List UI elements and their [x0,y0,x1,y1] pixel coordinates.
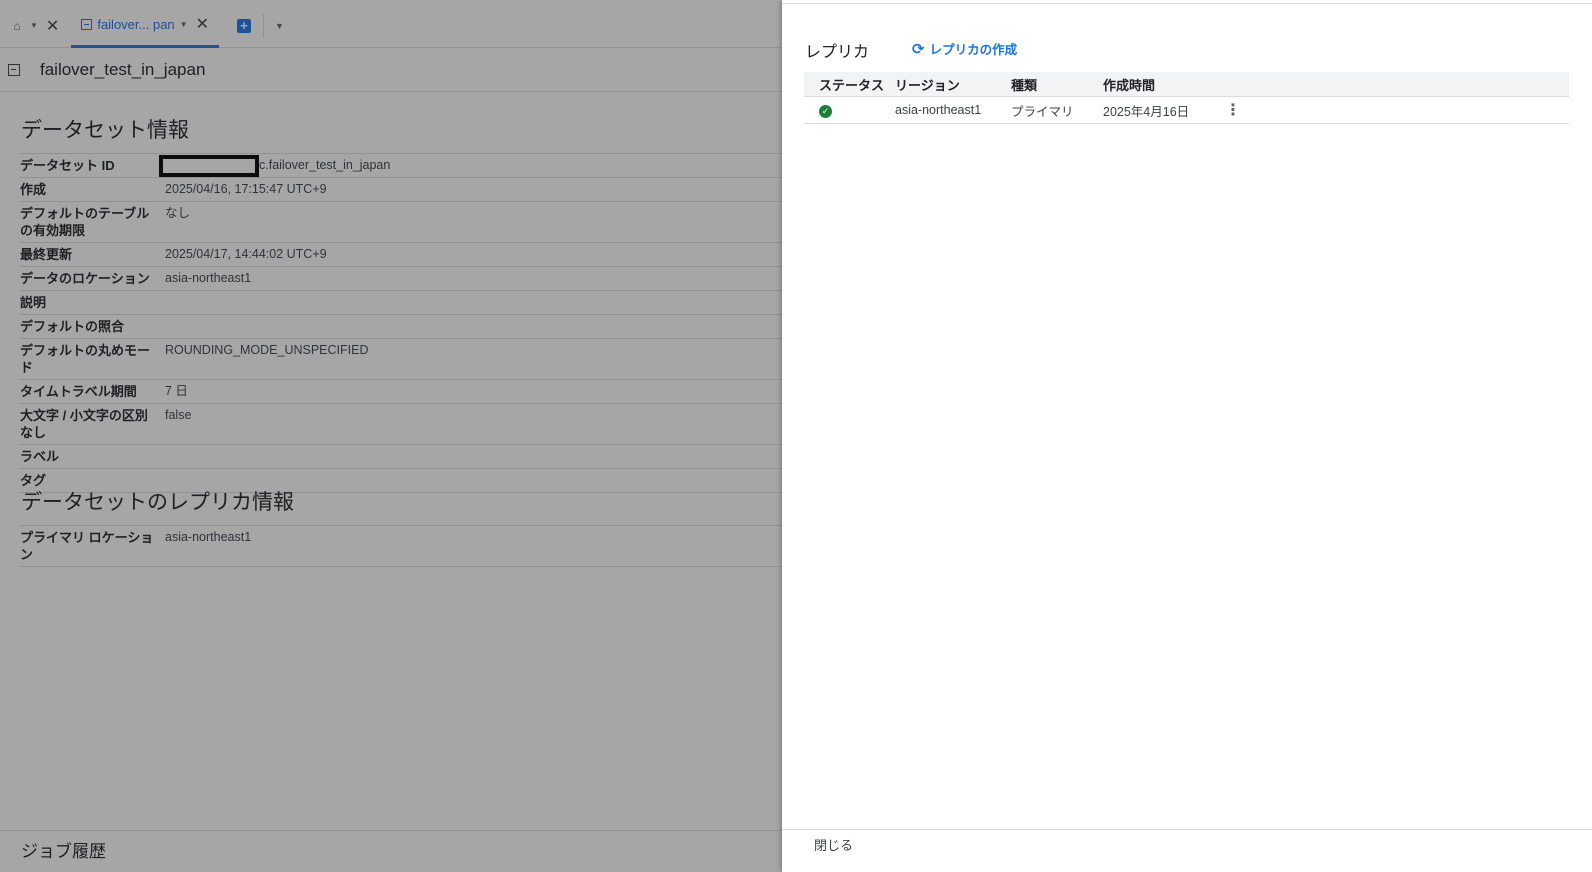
create-replica-button[interactable]: ⟳ レプリカの作成 [912,39,1017,58]
column-header-status[interactable]: ステータス [804,75,895,94]
divider [782,3,1592,4]
table-header: ステータス リージョン 種類 作成時間 [804,72,1569,97]
column-header-type[interactable]: 種類 [1011,75,1103,94]
created-cell: 2025年4月16日 [1103,104,1190,119]
column-header-region[interactable]: リージョン [895,75,1011,94]
status-cell: ✓ [804,103,895,118]
more-vert-icon[interactable]: ⋮ [1223,100,1243,120]
panel-title: レプリカ [805,44,870,61]
panel-footer: 閉じる [782,829,1592,872]
replica-side-panel: レプリカ ⟳ レプリカの作成 ステータス リージョン 種類 作成時間 ✓ asi… [782,0,1592,872]
replica-table: ステータス リージョン 種類 作成時間 ✓ asia-northeast1 プラ… [804,72,1569,124]
column-header-created[interactable]: 作成時間 [1103,75,1223,94]
refresh-icon: ⟳ [912,40,925,58]
close-button[interactable]: 閉じる [814,835,853,854]
check-circle-icon: ✓ [819,104,832,118]
type-cell: プライマリ [1011,104,1074,119]
modal-scrim[interactable] [0,0,782,872]
create-replica-label[interactable]: レプリカの作成 [930,39,1018,58]
region-cell: asia-northeast1 [895,103,982,117]
table-row: ✓ asia-northeast1 プライマリ 2025年4月16日 ⋮ [804,97,1569,124]
